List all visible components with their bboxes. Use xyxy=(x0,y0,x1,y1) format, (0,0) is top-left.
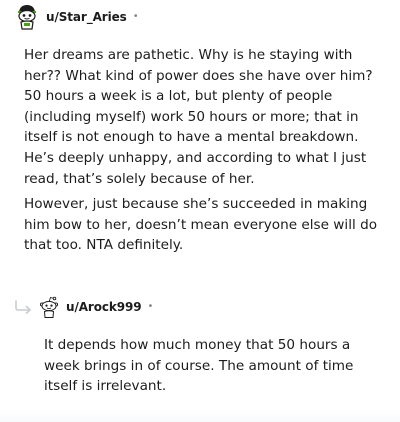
separator-dot: • xyxy=(132,11,139,22)
comment-paragraph: It depends how much money that 50 hours … xyxy=(44,337,354,395)
default-snoo-avatar-icon[interactable] xyxy=(38,295,60,319)
username[interactable]: u/Arock999 xyxy=(66,300,142,314)
username[interactable]: u/Star_Aries xyxy=(46,10,127,24)
bottom-divider xyxy=(0,412,400,422)
comment-header: u/Star_Aries • xyxy=(14,3,139,31)
comment-thread: u/Star_Aries • Her dreams are pathetic. … xyxy=(0,0,400,422)
reply-arrow-icon xyxy=(15,300,31,314)
separator-dot: • xyxy=(147,301,154,312)
comment-body: Her dreams are pathetic. Why is he stayi… xyxy=(24,45,380,256)
snoo-avatar-icon[interactable] xyxy=(14,3,40,31)
comment-body: It depends how much money that 50 hours … xyxy=(44,335,374,397)
comment-header: u/Arock999 • xyxy=(38,294,153,320)
comment-paragraph: Her dreams are pathetic. Why is he stayi… xyxy=(24,47,373,187)
comment-paragraph: However, just because she’s succeeded in… xyxy=(24,196,378,254)
